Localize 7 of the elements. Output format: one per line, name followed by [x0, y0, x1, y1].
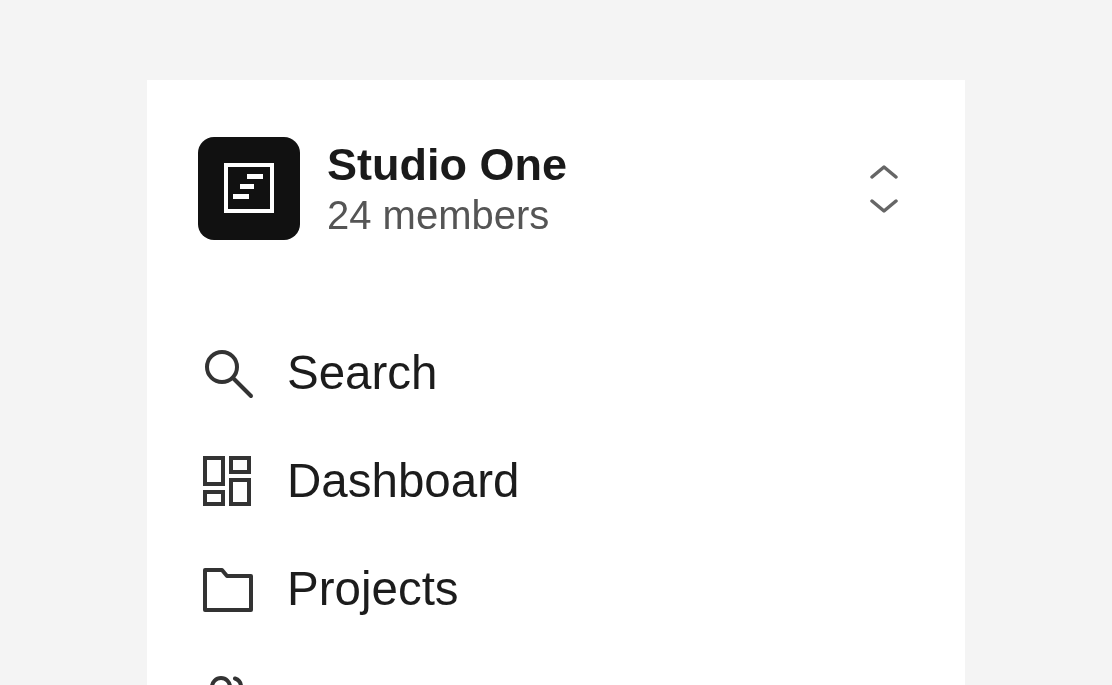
nav-item[interactable]: Projects [198, 561, 459, 617]
workspace-name: Studio One [327, 139, 567, 190]
member-count: 24 members [327, 191, 550, 238]
chevron-up-down-icon[interactable] [868, 164, 900, 213]
logo-icon [198, 137, 300, 240]
nav-item[interactable]: Dashboard [198, 453, 520, 509]
nav-item[interactable]: Search [198, 345, 438, 401]
